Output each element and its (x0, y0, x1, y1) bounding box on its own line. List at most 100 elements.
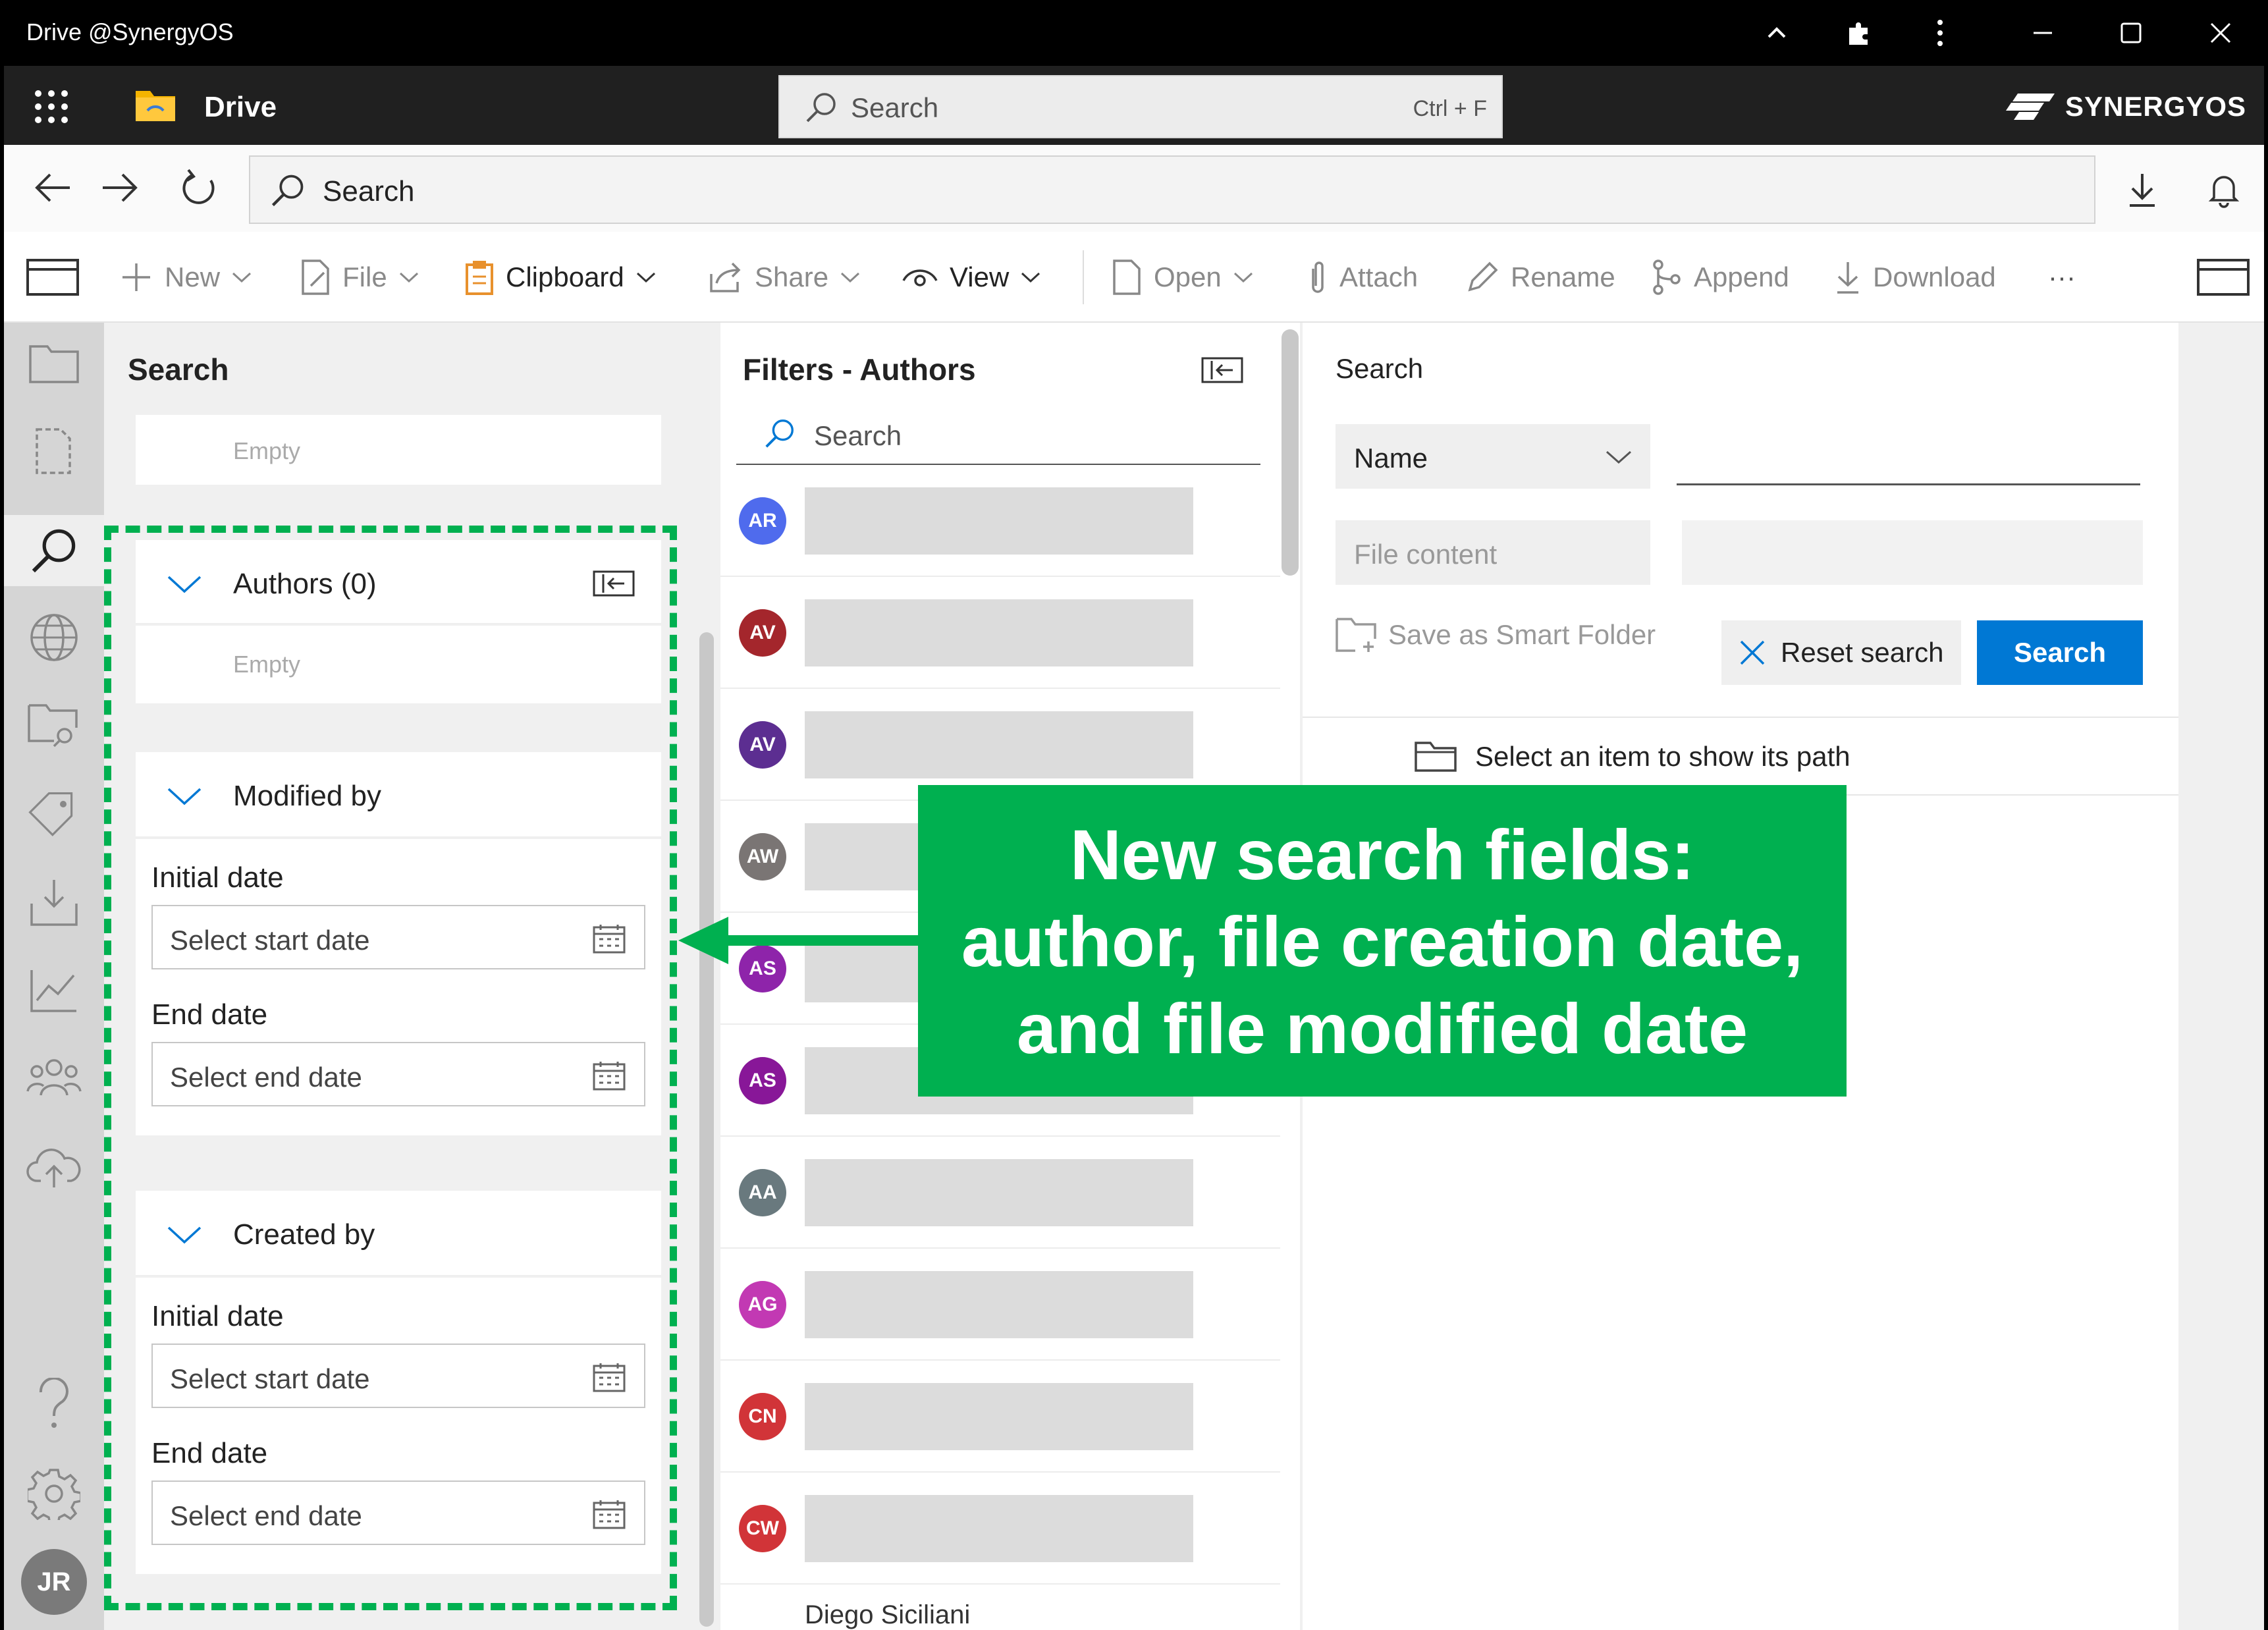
extensions-icon[interactable] (1839, 14, 1878, 51)
collapse-panel-icon[interactable] (1201, 357, 1243, 383)
chevron-down-icon (399, 271, 419, 284)
new-document-icon[interactable] (21, 419, 87, 485)
author-name-redacted (805, 487, 1193, 555)
app-window: Drive @SynergyOS Drive Search Ctrl + F S… (0, 0, 2268, 1630)
kebab-menu-icon[interactable] (1920, 14, 1960, 51)
search-icon (803, 90, 839, 125)
download-button[interactable]: Download (1835, 232, 1996, 323)
author-avatar: AV (739, 609, 786, 657)
back-arrow-icon[interactable] (33, 171, 72, 204)
folder-search-icon[interactable] (21, 693, 87, 759)
search-shortcut: Ctrl + F (1413, 96, 1487, 121)
clipboard-button[interactable]: Clipboard (465, 232, 656, 323)
save-smart-folder-button[interactable]: Save as Smart Folder (1336, 616, 1656, 653)
path-hint: Select an item to show its path (1415, 740, 1850, 773)
chevron-down-icon (1021, 271, 1040, 284)
document-icon (1112, 259, 1142, 295)
search-icon[interactable] (21, 518, 87, 584)
file-content-field[interactable]: File content (1336, 520, 1650, 585)
share-button[interactable]: Share (709, 232, 860, 323)
globe-icon[interactable] (21, 605, 87, 670)
cloud-upload-icon[interactable] (21, 1134, 87, 1200)
chevron-down-icon (232, 271, 252, 284)
file-button[interactable]: File (300, 232, 419, 323)
search-form-title: Search (1336, 353, 1424, 384)
author-name-redacted (805, 1271, 1193, 1338)
chevron-down-icon (840, 271, 860, 284)
rename-button[interactable]: Rename (1466, 232, 1615, 323)
field-select-dropdown[interactable]: Name (1336, 424, 1650, 489)
plus-icon (120, 261, 153, 294)
app-launcher-icon[interactable] (33, 88, 70, 125)
maximize-icon[interactable] (2111, 14, 2151, 51)
toolbar-divider (1083, 250, 1084, 304)
author-avatar: AR (739, 497, 786, 545)
global-search-input[interactable]: Search Ctrl + F (778, 75, 1503, 138)
app-name: Drive (204, 91, 277, 123)
author-avatar: AV (739, 721, 786, 769)
search-icon (763, 416, 797, 450)
list-item[interactable]: AR (720, 465, 1280, 577)
pencil-icon (1466, 261, 1499, 294)
new-button[interactable]: New (120, 232, 252, 323)
search-panel-title: Search (128, 352, 229, 387)
eye-icon (902, 266, 938, 288)
reset-search-button[interactable]: Reset search (1721, 620, 1961, 685)
file-content-input[interactable] (1682, 520, 2143, 585)
list-item[interactable]: AV (720, 689, 1280, 801)
nav-search-placeholder: Search (323, 175, 415, 207)
author-name-redacted (805, 1495, 1193, 1562)
refresh-icon[interactable] (180, 169, 219, 207)
attach-button[interactable]: Attach (1308, 232, 1418, 323)
details-pane-icon[interactable] (2197, 232, 2250, 323)
download-icon[interactable] (2126, 171, 2159, 208)
list-item[interactable]: AA (720, 1137, 1280, 1249)
forward-arrow-icon[interactable] (100, 171, 140, 204)
chevron-down-icon (1606, 449, 1632, 465)
list-item[interactable]: AV (720, 577, 1280, 689)
help-icon[interactable] (21, 1371, 87, 1437)
authors-search-input[interactable]: Search (736, 408, 1260, 465)
share-icon (709, 261, 743, 294)
open-button[interactable]: Open (1112, 232, 1253, 323)
inbox-icon[interactable] (21, 869, 87, 935)
users-icon[interactable] (21, 1045, 87, 1110)
append-button[interactable]: Append (1652, 232, 1789, 323)
brand-logo: SYNERGYOS (2006, 91, 2246, 122)
view-button[interactable]: View (902, 232, 1040, 323)
divider (1303, 717, 2178, 718)
app-header: Drive Search Ctrl + F SYNERGYOS (4, 66, 2264, 145)
author-name[interactable]: Diego Siciliani (805, 1600, 970, 1630)
row-separator (720, 1583, 1280, 1585)
user-avatar[interactable]: JR (21, 1549, 87, 1615)
minimize-icon[interactable] (2023, 14, 2063, 51)
gear-icon[interactable] (21, 1461, 87, 1527)
author-avatar: CW (739, 1505, 786, 1552)
search-terms-box: Empty (136, 415, 661, 485)
list-item[interactable]: AG (720, 1249, 1280, 1361)
list-item[interactable]: CW (720, 1473, 1280, 1585)
search-button[interactable]: Search (1977, 620, 2143, 685)
more-icon[interactable]: ··· (2048, 232, 2076, 323)
nav-search-input[interactable]: Search (249, 155, 2095, 224)
global-search-placeholder: Search (851, 92, 939, 123)
chevron-up-icon[interactable] (1757, 14, 1796, 51)
search-term-input[interactable] (1677, 483, 2140, 485)
navigation-bar: Search (4, 145, 2264, 232)
bell-icon[interactable] (2207, 171, 2240, 208)
filters-scrollbar[interactable] (1282, 329, 1299, 576)
branch-icon (1652, 259, 1682, 295)
chart-icon[interactable] (21, 958, 87, 1023)
filters-title: Filters - Authors (743, 352, 976, 387)
sidebar-toggle-icon[interactable] (26, 232, 79, 323)
brand-name: SYNERGYOS (2065, 91, 2247, 122)
folder-icon[interactable] (21, 331, 87, 396)
callout-line-1: New search fields: (1069, 815, 1695, 894)
author-name-redacted (805, 1159, 1193, 1226)
search-panel-scrollbar[interactable] (699, 632, 714, 1627)
close-icon[interactable] (2201, 14, 2240, 51)
download-icon (1835, 259, 1861, 295)
chevron-down-icon (1233, 271, 1253, 284)
list-item[interactable]: CN (720, 1361, 1280, 1473)
tag-icon[interactable] (21, 781, 87, 847)
